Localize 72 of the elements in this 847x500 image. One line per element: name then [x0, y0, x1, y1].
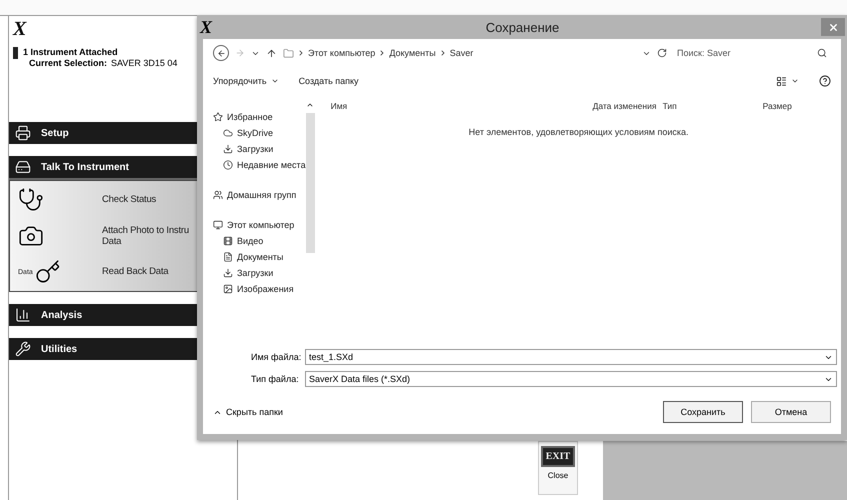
breadcrumb-item[interactable]: Этот компьютер — [308, 48, 376, 58]
dialog-logo: X — [200, 16, 214, 38]
people-icon — [213, 190, 223, 200]
app-logo: X — [13, 18, 26, 41]
organize-button[interactable]: Упорядочить — [213, 76, 279, 86]
back-arrow-icon — [216, 48, 226, 58]
view-button[interactable] — [776, 76, 799, 86]
chevron-right-icon — [438, 49, 447, 57]
cloud-icon — [223, 128, 233, 138]
nav-item[interactable]: Документы — [213, 249, 306, 265]
filename-label: Имя файла: — [251, 352, 301, 362]
download-icon — [223, 144, 233, 154]
breadcrumb-item[interactable]: Saver — [450, 48, 474, 58]
caret-icon — [791, 77, 799, 85]
refresh-icon[interactable] — [657, 48, 667, 58]
instrument-icon — [13, 47, 18, 59]
nav-item[interactable]: Видео — [213, 233, 306, 249]
bar-chart-icon — [15, 307, 31, 323]
exit-key: EXIT — [540, 446, 576, 467]
column-header[interactable]: Дата изменения — [592, 101, 663, 111]
nav-item[interactable]: Этот компьютер — [213, 217, 306, 233]
exit-caption: Close — [548, 471, 568, 480]
dialog-button[interactable]: Отмена — [751, 401, 831, 423]
scroll-up-icon — [306, 101, 314, 109]
dialog-button[interactable]: Сохранить — [663, 401, 743, 423]
close-icon — [828, 22, 838, 32]
document-icon — [223, 252, 233, 262]
caret-icon — [270, 77, 279, 85]
filetype-dropdown[interactable]: SaverX Data files (*.SXd) — [305, 371, 837, 387]
computer-icon — [213, 220, 223, 230]
new-folder-button[interactable]: Создать папку — [298, 76, 359, 86]
chevron-right-icon — [378, 49, 386, 57]
clock-icon — [223, 160, 233, 170]
submenu-item[interactable]: Read Back Data — [102, 266, 168, 278]
filename-field[interactable]: test_1.SXd — [305, 349, 837, 365]
back-button[interactable] — [213, 45, 229, 61]
filetype-label: Тип файла: — [251, 374, 300, 384]
column-header[interactable]: Имя — [330, 101, 593, 111]
close-button[interactable] — [821, 18, 845, 36]
download-icon — [223, 268, 233, 278]
nav-item[interactable]: Изображения — [213, 281, 306, 297]
printer-icon — [15, 125, 31, 141]
nav-item[interactable]: Загрузки — [213, 265, 306, 281]
device-icon — [15, 159, 31, 175]
chevron-right-icon — [297, 49, 305, 57]
wrench-icon — [15, 341, 31, 357]
submenu-item[interactable]: Check Status — [102, 194, 156, 206]
dialog-title: Сохранение — [484, 20, 560, 34]
up-icon[interactable] — [266, 48, 277, 58]
nav-item[interactable]: Домашняя групп — [213, 187, 306, 203]
breadcrumb-item[interactable]: Документы — [389, 48, 436, 58]
search-field[interactable]: Поиск: Saver — [673, 48, 831, 58]
help-icon[interactable] — [819, 75, 831, 87]
search-icon — [817, 48, 827, 58]
nav-item[interactable]: Избранное — [213, 109, 306, 125]
selection-value: SAVER 3D15 04 — [111, 58, 178, 68]
image-icon — [223, 284, 233, 294]
dropdown-icon[interactable] — [824, 353, 833, 362]
status-title: 1 Instrument Attached — [23, 47, 119, 57]
empty-message: Нет элементов, удовлетворяющих условиям поиска. — [468, 126, 690, 137]
star-icon — [213, 112, 223, 122]
exit-button[interactable]: EXIT Close — [538, 441, 578, 495]
list-view-icon — [776, 76, 787, 86]
submenu-item[interactable]: Attach Photo to Instru Data — [102, 224, 189, 248]
stethoscope-icon — [18, 187, 44, 213]
selection-label: Current Selection: — [29, 58, 108, 68]
column-header[interactable]: Размер — [762, 101, 843, 111]
folder-icon — [283, 48, 294, 58]
nav-item[interactable]: Загрузки — [213, 141, 306, 157]
film-icon — [223, 236, 233, 246]
column-header[interactable]: Тип — [662, 101, 763, 111]
hide-folders-button[interactable]: Скрыть папки — [213, 407, 283, 417]
